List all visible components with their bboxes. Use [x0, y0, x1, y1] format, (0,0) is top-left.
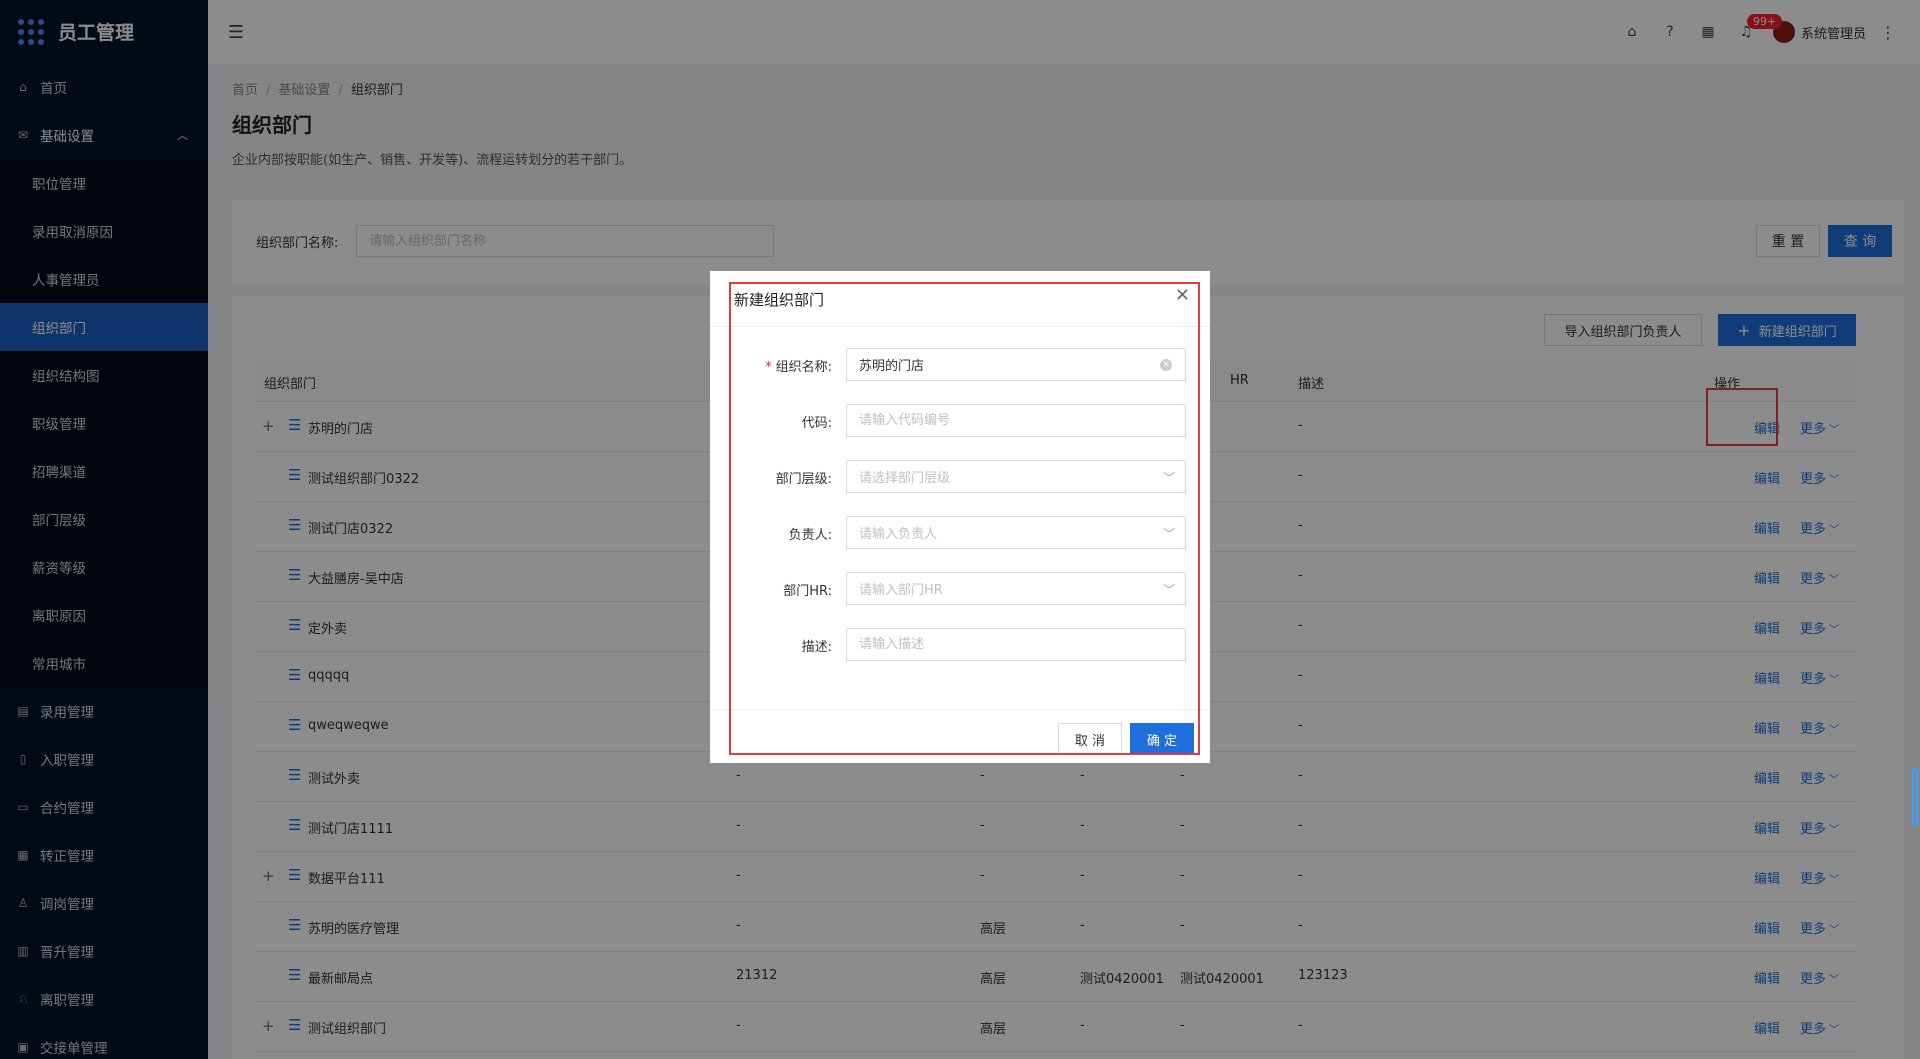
scrollbar-thumb[interactable] — [1912, 768, 1918, 826]
modal-highlight-box — [729, 282, 1200, 755]
new-dept-modal: 新建组织部门 ✕ *组织名称: ✕ 代码: 部门层级: 请选择部门层级﹀ 负责人… — [710, 271, 1210, 763]
